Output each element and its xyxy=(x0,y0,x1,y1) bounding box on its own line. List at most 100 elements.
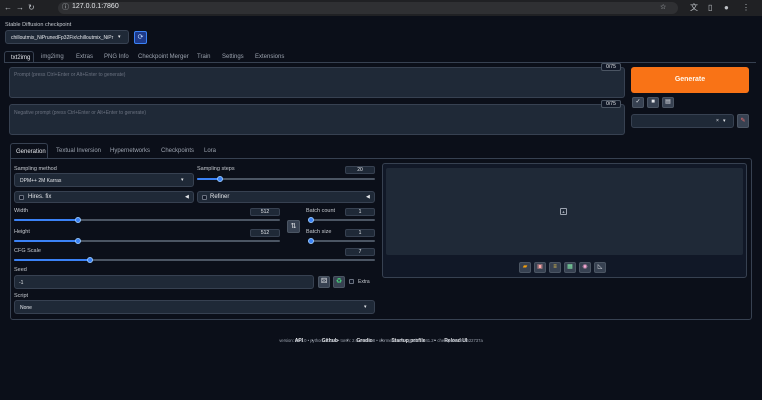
seed-value: -1 xyxy=(19,280,24,286)
seed-input[interactable]: -1 xyxy=(14,275,314,289)
output-gallery-panel: ▲ ▰ ▣ ≡ ▦ ◉ ◺ xyxy=(382,163,747,278)
bookmark-star-icon[interactable]: ☆ xyxy=(660,3,666,13)
chevron-down-icon: ▾ xyxy=(118,34,121,40)
subtab-generation[interactable]: Generation xyxy=(10,143,48,159)
translate-icon[interactable]: 文 xyxy=(690,3,698,13)
negative-prompt-input[interactable]: Negative prompt (press Ctrl+Enter or Alt… xyxy=(9,104,625,135)
tab-train[interactable]: Train xyxy=(197,54,210,60)
profile-icon[interactable]: ● xyxy=(724,3,729,13)
clear-icon[interactable]: × xyxy=(716,118,719,124)
tab-extensions[interactable]: Extensions xyxy=(255,54,284,60)
chevron-down-icon: ▾ xyxy=(723,118,726,124)
open-folder-button[interactable]: ▰ xyxy=(519,262,531,273)
trash-icon: ■ xyxy=(651,99,655,105)
image-to-image-icon: ▦ xyxy=(567,264,573,270)
hires-fix-label: Hires. fix xyxy=(28,194,52,200)
batch-count-label: Batch count xyxy=(306,208,336,214)
swap-dimensions-button[interactable]: ⇅ xyxy=(287,220,300,233)
output-image-area: ▲ xyxy=(386,168,743,255)
script-value: None xyxy=(20,305,32,311)
script-label: Script xyxy=(14,293,29,299)
prompt-placeholder: Prompt (press Ctrl+Enter or Alt+Enter to… xyxy=(14,72,126,78)
zip-icon: ≡ xyxy=(553,264,557,270)
script-dropdown[interactable]: None ▾ xyxy=(14,300,375,314)
paste-params-button[interactable]: ▤ xyxy=(662,97,674,108)
slider-handle[interactable] xyxy=(308,217,314,223)
save-button[interactable]: ▣ xyxy=(534,262,546,273)
forward-icon[interactable]: → xyxy=(16,3,24,13)
slider-handle[interactable] xyxy=(74,217,81,223)
cfg-scale-label: CFG Scale xyxy=(14,248,41,254)
refiner-checkbox[interactable] xyxy=(202,195,207,200)
refiner-label: Refiner xyxy=(210,194,230,200)
width-number[interactable]: 512 xyxy=(250,208,280,216)
sampling-method-value: DPM++ 2M Karras xyxy=(20,178,62,184)
send-to-extras-button[interactable]: ◺ xyxy=(594,262,606,273)
address-bar[interactable]: ⓘ 127.0.0.1:7860 ☆ xyxy=(58,2,678,14)
slider-handle[interactable] xyxy=(74,238,81,244)
reuse-seed-button[interactable]: ♻ xyxy=(333,276,345,288)
batch-size-number[interactable]: 1 xyxy=(345,229,375,237)
extra-seed-checkbox[interactable] xyxy=(349,279,354,284)
zip-button[interactable]: ≡ xyxy=(549,262,561,273)
height-number[interactable]: 512 xyxy=(250,229,280,237)
batch-count-number[interactable]: 1 xyxy=(345,208,375,216)
info-icon[interactable]: ⓘ xyxy=(62,3,69,13)
recycle-icon: ♻ xyxy=(335,278,343,285)
version-info: version: v1.7.0 • python: 3.10.6 • torch… xyxy=(279,338,483,343)
back-icon[interactable]: ← xyxy=(4,3,12,13)
width-slider[interactable] xyxy=(14,217,280,223)
apply-styles-button[interactable]: ✓ xyxy=(632,97,644,108)
edit-styles-button[interactable]: ✎ xyxy=(737,114,749,128)
send-to-inpaint-button[interactable]: ◉ xyxy=(579,262,591,273)
sampling-method-dropdown[interactable]: DPM++ 2M Karras ▾ xyxy=(14,173,194,187)
tab-settings[interactable]: Settings xyxy=(222,54,244,60)
batch-size-slider[interactable] xyxy=(308,238,375,244)
check-icon: ✓ xyxy=(635,99,641,105)
checkpoint-label: Stable Diffusion checkpoint xyxy=(5,22,72,28)
subtab-lora[interactable]: Lora xyxy=(204,148,216,154)
batch-count-slider[interactable] xyxy=(308,217,375,223)
slider-handle[interactable] xyxy=(308,238,314,244)
send-to-img2img-button[interactable]: ▦ xyxy=(564,262,576,273)
refresh-checkpoint-button[interactable]: ⟳ xyxy=(134,31,147,44)
subtab-textual-inversion[interactable]: Textual Inversion xyxy=(56,148,101,154)
tab-img2img[interactable]: img2img xyxy=(41,54,64,60)
menu-kebab-icon[interactable]: ⋮ xyxy=(742,3,750,13)
subtab-hypernetworks[interactable]: Hypernetworks xyxy=(110,148,150,154)
clipboard-icon: ▤ xyxy=(665,99,671,105)
tab-checkpoint-merger[interactable]: Checkpoint Merger xyxy=(138,54,189,60)
prompt-input[interactable]: Prompt (press Ctrl+Enter or Alt+Enter to… xyxy=(9,67,625,98)
random-seed-button[interactable]: ⚄ xyxy=(318,276,330,288)
reload-icon[interactable]: ↻ xyxy=(28,3,35,13)
checkpoint-value: chilloutmix_NiPrunedFp32Fix\chilloutmix_… xyxy=(11,35,114,41)
dice-icon: ⚄ xyxy=(320,278,328,285)
tab-png-info[interactable]: PNG Info xyxy=(104,54,129,60)
sampling-steps-slider[interactable] xyxy=(197,176,375,182)
image-placeholder-icon: ▲ xyxy=(560,208,567,215)
tab-label: txt2img xyxy=(11,55,31,61)
save-icon: ▣ xyxy=(537,264,543,270)
sampling-steps-number[interactable]: 20 xyxy=(345,166,375,174)
side-panel-icon[interactable]: ▯ xyxy=(708,3,712,13)
hires-fix-accordion[interactable]: Hires. fix ◀ xyxy=(14,191,194,203)
negative-prompt-placeholder: Negative prompt (press Ctrl+Enter or Alt… xyxy=(14,110,147,116)
slider-handle[interactable] xyxy=(86,257,93,263)
chevron-down-icon: ▾ xyxy=(364,304,367,310)
cfg-scale-number[interactable]: 7 xyxy=(345,248,375,256)
paint-palette-icon: ◉ xyxy=(582,264,588,270)
seed-label: Seed xyxy=(14,267,27,273)
tab-extras[interactable]: Extras xyxy=(76,54,93,60)
pencil-icon: ✎ xyxy=(740,118,746,124)
styles-dropdown[interactable]: × ▾ xyxy=(631,114,734,128)
refiner-accordion[interactable]: Refiner ◀ xyxy=(197,191,375,203)
cfg-scale-slider[interactable] xyxy=(14,257,375,263)
height-label: Height xyxy=(14,229,30,235)
clear-prompt-button[interactable]: ■ xyxy=(647,97,659,108)
subtab-checkpoints[interactable]: Checkpoints xyxy=(161,148,194,154)
prompt-token-counter: 0/75 xyxy=(601,63,621,71)
hires-fix-checkbox[interactable] xyxy=(19,195,24,200)
height-slider[interactable] xyxy=(14,238,280,244)
generate-button[interactable]: Generate xyxy=(631,67,749,93)
checkpoint-dropdown[interactable]: chilloutmix_NiPrunedFp32Fix\chilloutmix_… xyxy=(5,30,129,44)
